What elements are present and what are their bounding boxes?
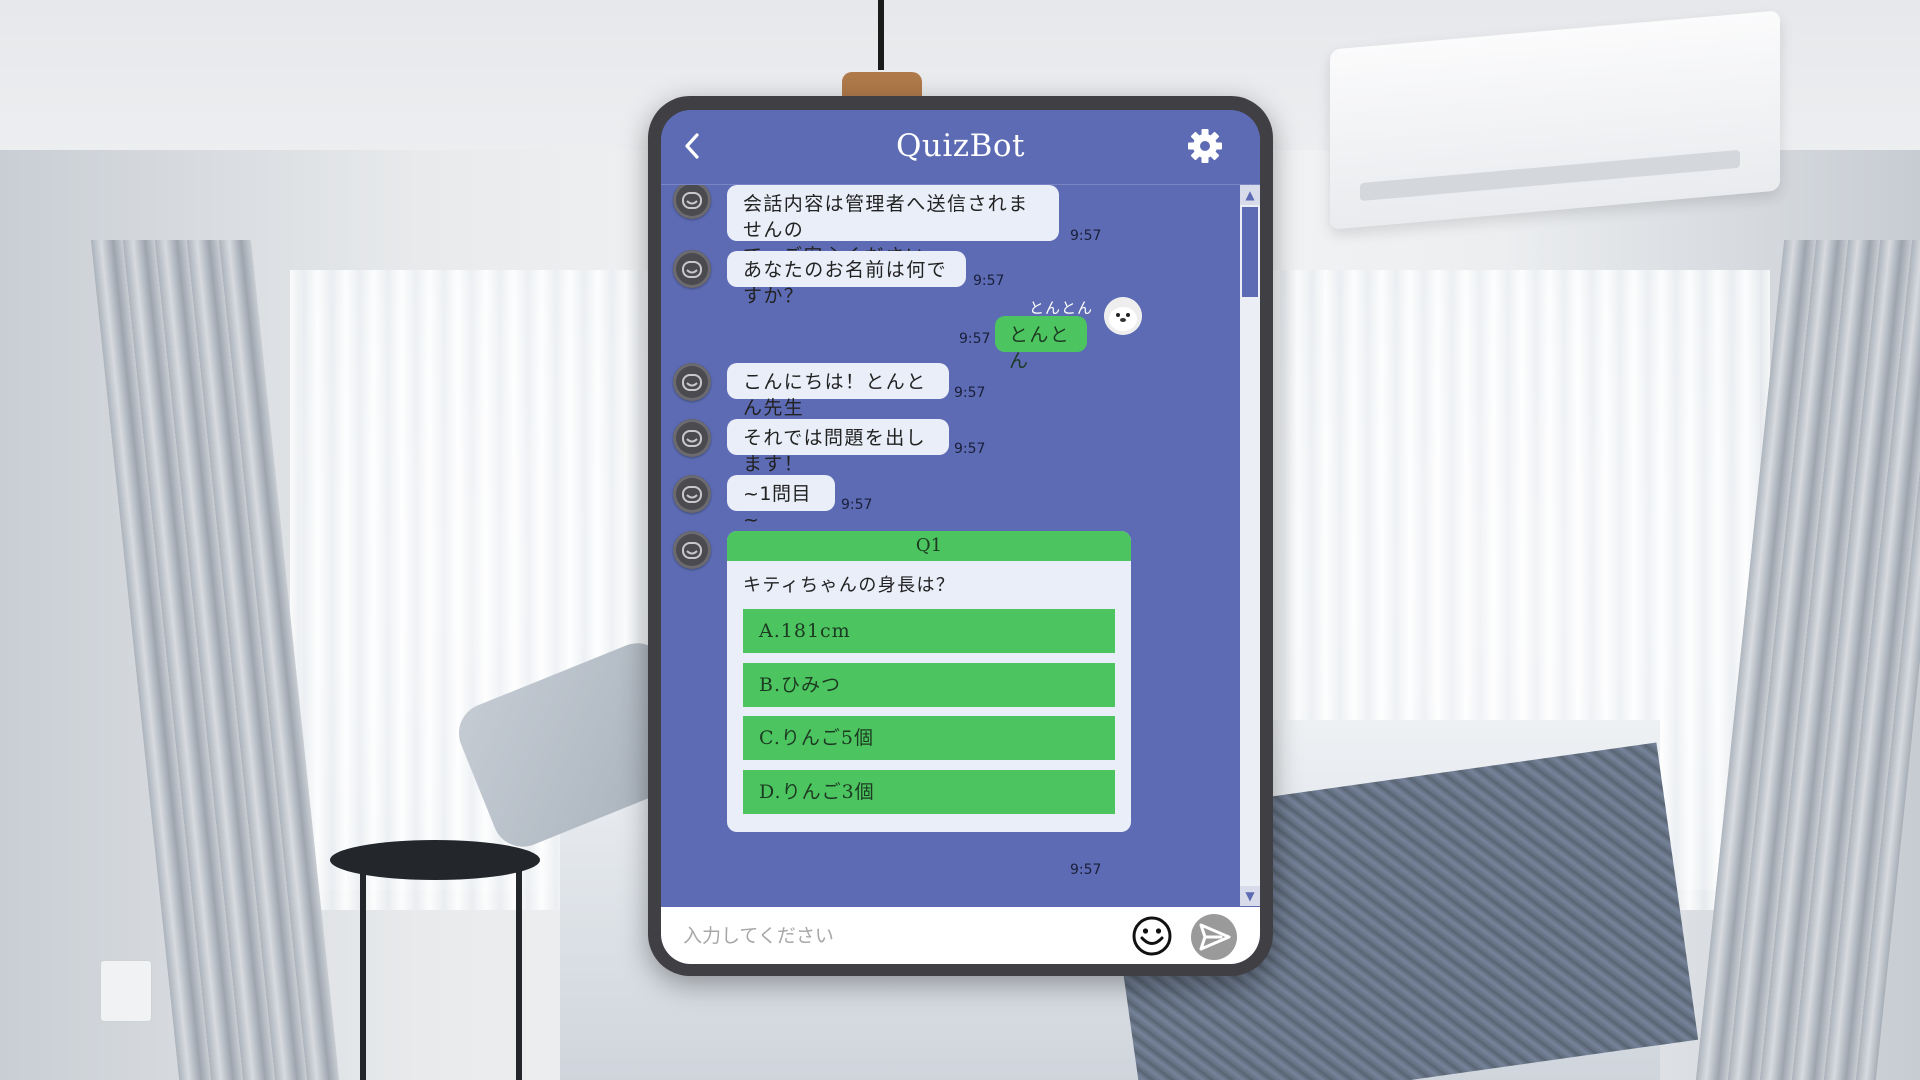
quiz-option-c[interactable]: C.りんご5個 [743, 716, 1115, 760]
message-text: こんにちは！とんとん先生 [743, 371, 927, 419]
emoji-button[interactable] [1131, 915, 1173, 957]
robot-icon [682, 374, 702, 391]
settings-button[interactable] [1185, 126, 1225, 166]
bot-avatar [673, 531, 711, 569]
gear-icon [1188, 129, 1222, 163]
robot-icon [682, 486, 702, 503]
side-table-legs [360, 860, 522, 1080]
message-time: 9:57 [973, 273, 1005, 289]
phone-frame: QuizBot 会話内容は管理者へ送信されませんの 9:57 あなたのお名前は何… [648, 96, 1273, 976]
chat-log[interactable]: 会話内容は管理者へ送信されませんの で、ご安心ください。 9:57 あなたのお名… [661, 185, 1260, 906]
scroll-up-arrow[interactable]: ▲ [1240, 185, 1260, 205]
scroll-thumb[interactable] [1242, 207, 1258, 297]
send-button[interactable] [1191, 914, 1237, 960]
input-bar [661, 907, 1260, 964]
scroll-down-arrow[interactable]: ▼ [1240, 886, 1260, 906]
robot-icon [682, 430, 702, 447]
side-table [330, 840, 540, 880]
quiz-label: Q1 [727, 531, 1131, 561]
robot-icon [682, 261, 702, 278]
message-time: 9:57 [1070, 862, 1102, 878]
message-input[interactable] [681, 915, 1105, 957]
quiz-option-b[interactable]: B.ひみつ [743, 663, 1115, 707]
chat-scrollbar[interactable]: ▲ ▼ [1240, 185, 1260, 906]
user-avatar [1104, 297, 1142, 335]
message-text: ~1問目~ [743, 483, 812, 531]
message-time: 9:57 [1070, 228, 1102, 244]
bot-message-bubble: それでは問題を出します！ [727, 419, 949, 475]
page-title: QuizBot [895, 128, 1026, 164]
message-text: とんとん [1009, 324, 1071, 372]
app-header: QuizBot [661, 110, 1260, 185]
user-message-bubble: とんとん [995, 316, 1087, 372]
pendant-lamp-cord [878, 0, 884, 70]
wall-outlet [100, 960, 152, 1022]
message-time: 9:57 [959, 331, 991, 347]
seal-avatar [1104, 297, 1142, 335]
bot-avatar [673, 185, 711, 219]
send-arrow-icon [1199, 923, 1231, 951]
message-time: 9:57 [841, 497, 873, 513]
message-line: 会話内容は管理者へ送信されませんの [743, 193, 1029, 241]
smiley-icon [1132, 916, 1172, 956]
bot-message-bubble: こんにちは！とんとん先生 [727, 363, 949, 419]
message-time: 9:57 [954, 441, 986, 457]
quiz-option-d[interactable]: D.りんご3個 [743, 770, 1115, 814]
bot-message-bubble: 会話内容は管理者へ送信されませんの で、ご安心ください。 [727, 185, 1059, 267]
quiz-question: キティちゃんの身長は？ [743, 575, 956, 596]
bot-avatar [673, 363, 711, 401]
robot-icon [682, 542, 702, 559]
chat-screen: QuizBot 会話内容は管理者へ送信されませんの 9:57 あなたのお名前は何… [661, 110, 1260, 964]
bot-message-bubble: ~1問目~ [727, 475, 835, 531]
bot-avatar [673, 475, 711, 513]
quiz-option-a[interactable]: A.181cm [743, 609, 1115, 653]
quiz-card: Q1 キティちゃんの身長は？ A.181cm B.ひみつ C.りんご5個 D.り… [727, 531, 1131, 832]
user-name: とんとん [1029, 299, 1094, 317]
message-text: あなたのお名前は何ですか？ [743, 259, 948, 307]
message-text: それでは問題を出します！ [743, 427, 927, 475]
message-time: 9:57 [954, 385, 986, 401]
bot-message-bubble: あなたのお名前は何ですか？ [727, 251, 966, 307]
bot-avatar [673, 419, 711, 457]
robot-icon [682, 192, 702, 209]
bot-avatar [673, 250, 711, 288]
